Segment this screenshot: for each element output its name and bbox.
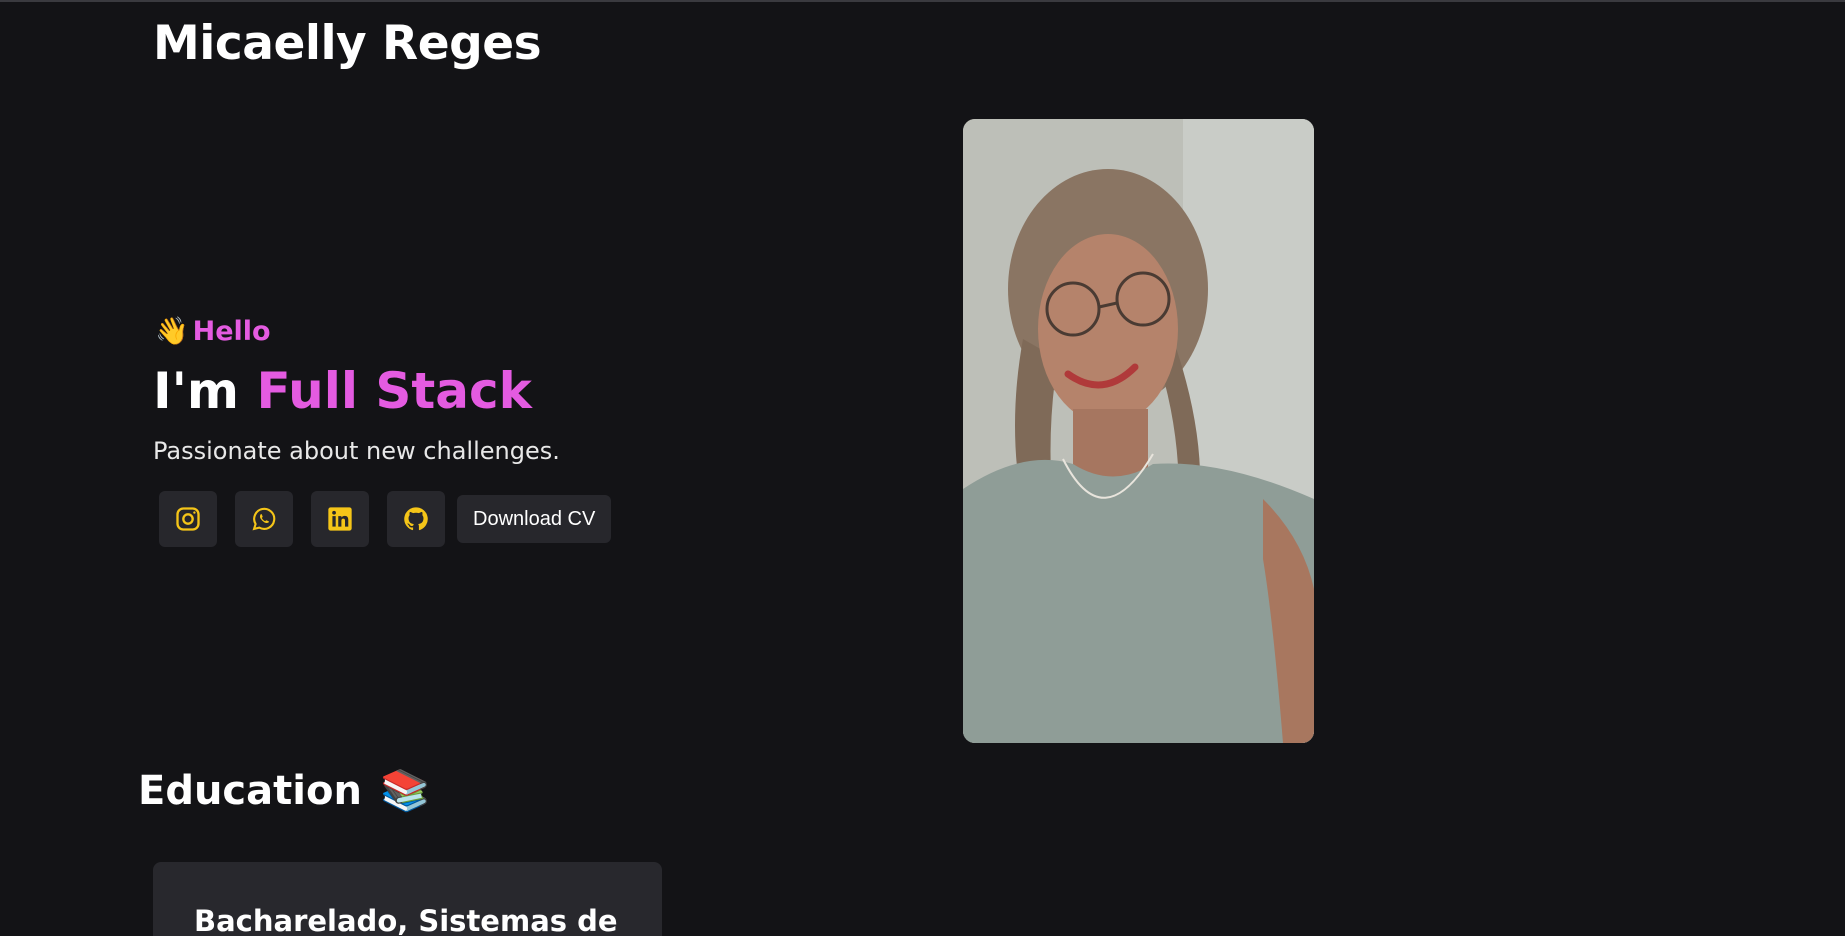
education-heading: Education 📚 [138, 768, 430, 814]
whatsapp-button[interactable] [235, 491, 293, 547]
education-item-title: Bacharelado, Sistemas de [194, 904, 618, 936]
education-title: Education [138, 768, 362, 814]
headline-prefix: I'm [153, 362, 240, 420]
greeting: 👋 Hello [155, 316, 271, 347]
instagram-icon [176, 507, 200, 531]
instagram-button[interactable] [159, 491, 217, 547]
headline: I'm Full Stack [153, 362, 532, 420]
profile-photo-illustration [963, 119, 1314, 743]
social-links: Download CV [159, 491, 612, 547]
github-icon [404, 507, 428, 531]
headline-role: Full Stack [256, 362, 532, 420]
download-cv-button[interactable]: Download CV [457, 495, 612, 543]
linkedin-icon [328, 507, 352, 531]
books-icon: 📚 [379, 768, 430, 814]
page: Micaelly Reges 👋 Hello I'm Full Stack Pa… [0, 0, 1845, 936]
greeting-text: Hello [192, 316, 271, 347]
site-name: Micaelly Reges [153, 16, 542, 71]
profile-photo [963, 119, 1314, 743]
whatsapp-icon [252, 507, 276, 531]
education-card: Bacharelado, Sistemas de [153, 862, 662, 936]
tagline: Passionate about new challenges. [153, 437, 560, 465]
linkedin-button[interactable] [311, 491, 369, 547]
waving-hand-icon: 👋 [155, 316, 189, 347]
github-button[interactable] [387, 491, 445, 547]
